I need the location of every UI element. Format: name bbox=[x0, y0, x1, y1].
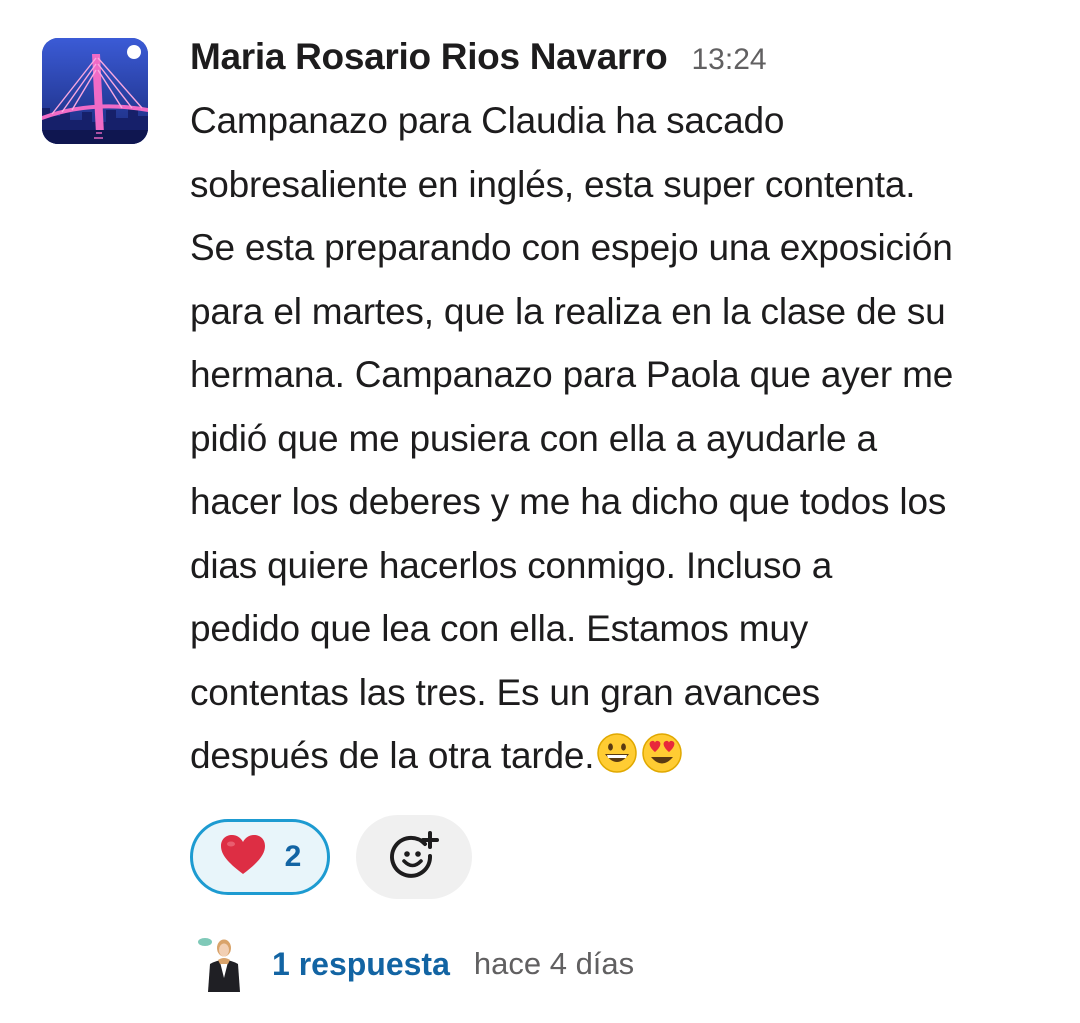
reaction-heart-button[interactable]: 2 bbox=[190, 819, 330, 895]
heart-eyes-face-icon bbox=[640, 730, 684, 794]
message-line: sobresaliente en inglés, esta super cont… bbox=[190, 163, 916, 205]
red-heart-icon bbox=[219, 833, 267, 882]
message-timestamp[interactable]: 13:24 bbox=[691, 43, 766, 77]
author-name[interactable]: Maria Rosario Rios Navarro bbox=[190, 36, 668, 78]
message-line: Campanazo para Claudia ha sacado bbox=[190, 100, 785, 141]
message-header: Maria Rosario Rios Navarro 13:24 bbox=[190, 36, 767, 88]
add-emoji-icon bbox=[389, 830, 439, 885]
message-line: dias quiere hacerlos conmigo. Incluso a bbox=[190, 544, 833, 586]
grinning-face-icon bbox=[596, 730, 638, 794]
message-line: después de la otra tarde. bbox=[190, 735, 595, 776]
replies-link[interactable]: 1 respuesta bbox=[272, 946, 450, 983]
message-line: hacer los deberes y me ha dicho que todo… bbox=[190, 481, 947, 522]
message-container: Maria Rosario Rios Navarro 13:24 Campana… bbox=[0, 0, 1080, 1023]
reactions-bar: 2 bbox=[190, 815, 472, 899]
message-line: para el martes, que la realiza en la cla… bbox=[190, 290, 946, 332]
message-body: Campanazo para Claudia ha sacado sobresa… bbox=[190, 89, 1060, 794]
message-line: contentas las tres. Es un gran avances bbox=[190, 671, 820, 713]
message-line: hermana. Campanazo para Paola que ayer m… bbox=[190, 354, 954, 395]
add-reaction-button[interactable] bbox=[356, 815, 472, 899]
replier-avatar[interactable] bbox=[198, 934, 250, 994]
author-avatar[interactable] bbox=[42, 38, 148, 144]
message-line: pedido que lea con ella. Estamos muy bbox=[190, 608, 809, 649]
thread-summary[interactable]: 1 respuesta hace 4 días bbox=[198, 934, 634, 994]
message-line: Se esta preparando con espejo una exposi… bbox=[190, 227, 953, 268]
reaction-count: 2 bbox=[284, 840, 302, 873]
bridge-night-image bbox=[42, 38, 148, 144]
message-line-last: después de la otra tarde. bbox=[190, 724, 1060, 794]
last-reply-time: hace 4 días bbox=[473, 946, 635, 981]
message-line: pidió que me pusiera con ella a ayudarle… bbox=[190, 417, 877, 459]
